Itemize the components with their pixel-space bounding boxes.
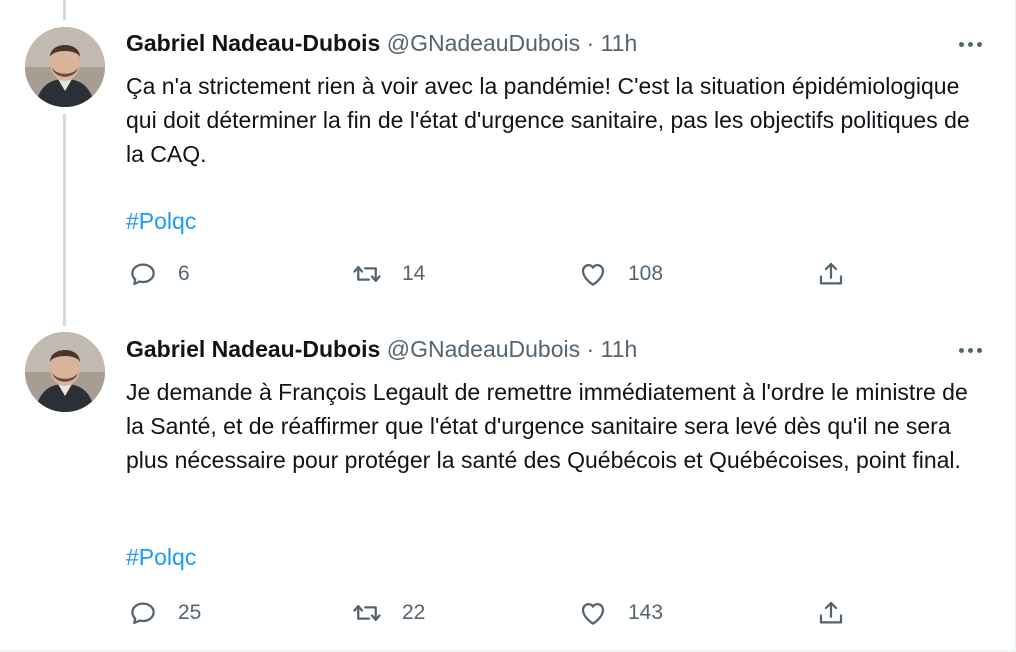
heart-icon (581, 264, 605, 286)
author-name[interactable]: Gabriel Nadeau-Dubois (126, 336, 380, 362)
thread-connector-top (63, 0, 66, 20)
avatar[interactable] (25, 27, 105, 107)
profile-photo (25, 27, 105, 107)
separator-dot: · (586, 30, 595, 56)
tweet-thread: Gabriel Nadeau-Dubois @GNadeauDubois · 1… (0, 0, 1016, 652)
retweet-count: 22 (402, 601, 426, 624)
more-options-button[interactable] (952, 34, 988, 54)
reply-button[interactable]: 25 (128, 596, 201, 630)
share-icon (819, 262, 843, 285)
more-options-button[interactable] (952, 340, 988, 360)
more-dots-icon (976, 41, 982, 47)
retweet-count: 14 (402, 262, 426, 285)
tweet[interactable]: Gabriel Nadeau-Dubois @GNadeauDubois · 1… (0, 20, 1014, 326)
tweet[interactable]: Gabriel Nadeau-Dubois @GNadeauDubois · 1… (0, 326, 1014, 650)
reply-button[interactable]: 6 (128, 257, 190, 291)
reply-icon (131, 263, 155, 286)
retweet-icon (353, 605, 381, 621)
reply-count: 6 (178, 262, 190, 285)
reply-count: 25 (178, 601, 202, 624)
tweet-actions: 6 14 108 (126, 257, 866, 291)
more-dots-icon (967, 41, 973, 47)
author-handle[interactable]: @GNadeauDubois (387, 336, 580, 362)
profile-photo (25, 332, 105, 412)
retweet-button[interactable]: 22 (352, 596, 425, 630)
tweet-header: Gabriel Nadeau-Dubois @GNadeauDubois · 1… (126, 29, 637, 57)
hashtag-link[interactable]: #Polqc (126, 542, 196, 572)
tweet-timestamp[interactable]: 11h (601, 336, 638, 362)
retweet-icon (353, 266, 381, 282)
separator-dot: · (586, 336, 595, 362)
share-button[interactable] (816, 596, 846, 630)
avatar[interactable] (25, 332, 105, 412)
more-dots-icon (967, 347, 973, 353)
hashtag-link[interactable]: #Polqc (126, 206, 196, 236)
retweet-button[interactable]: 14 (352, 257, 425, 291)
reply-icon (131, 602, 155, 625)
like-count: 108 (628, 262, 664, 285)
share-button[interactable] (816, 257, 846, 291)
more-dots-icon (958, 347, 964, 353)
author-name[interactable]: Gabriel Nadeau-Dubois (126, 30, 380, 56)
like-button[interactable]: 143 (578, 596, 663, 630)
like-count: 143 (628, 601, 664, 624)
like-button[interactable]: 108 (578, 257, 663, 291)
share-icon (819, 601, 843, 624)
author-handle[interactable]: @GNadeauDubois (387, 30, 580, 56)
tweet-text: Ça n'a strictement rien à voir avec la p… (126, 73, 970, 167)
tweet-timestamp[interactable]: 11h (601, 30, 638, 56)
tweet-header: Gabriel Nadeau-Dubois @GNadeauDubois · 1… (126, 335, 637, 363)
more-dots-icon (976, 347, 982, 353)
tweet-actions: 25 22 143 (126, 596, 866, 630)
more-dots-icon (958, 41, 964, 47)
tweet-text: Je demande à François Legault de remettr… (126, 379, 968, 473)
heart-icon (581, 603, 605, 625)
